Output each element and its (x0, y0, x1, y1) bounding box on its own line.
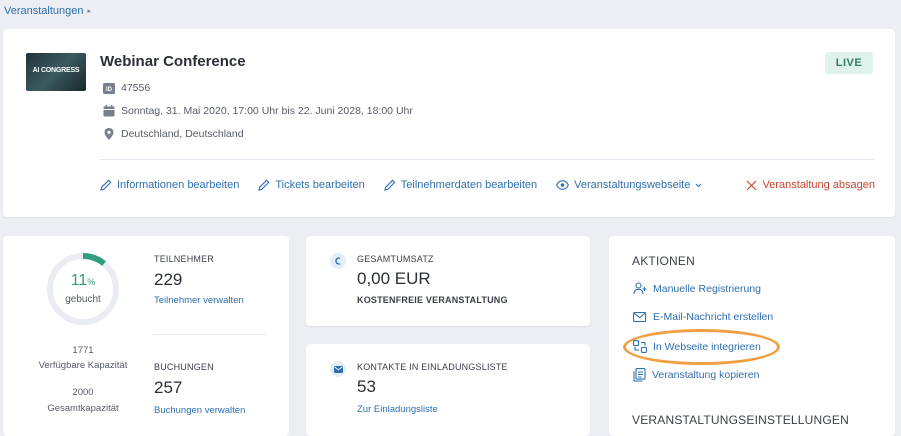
pencil-icon (258, 179, 270, 191)
create-email-label: E-Mail-Nachricht erstellen (653, 311, 774, 323)
revenue-amount: 0,00 EUR (357, 269, 431, 288)
bookings-count: 257 (154, 378, 183, 397)
manual-registration-button[interactable]: Manuelle Registrierung (633, 282, 761, 295)
divider (153, 334, 265, 335)
close-icon (747, 180, 757, 190)
invitations-count: 53 (357, 377, 376, 396)
revenue-heading: GESAMTUMSATZ (357, 254, 434, 264)
bookings-heading: BUCHUNGEN (154, 362, 214, 372)
status-badge: LIVE (825, 52, 873, 74)
copy-event-button[interactable]: Veranstaltung kopieren (633, 368, 759, 382)
embed-in-website-button[interactable]: In Webseite integrieren (633, 340, 761, 353)
revenue-note: KOSTENFREIE VERANSTALTUNG (357, 295, 508, 305)
event-id: 47556 (121, 82, 151, 94)
thumbnail-logo-text: AI CONGRESS (32, 67, 80, 74)
eye-icon (556, 180, 570, 190)
mail-icon (633, 311, 647, 323)
booking-stats-card: 11% gebucht 1771 Verfügbare Kapazität 20… (3, 236, 289, 436)
event-location-row: Deutschland, Deutschland (103, 128, 244, 140)
embed-icon (633, 340, 647, 353)
event-card: AI CONGRESS Webinar Conference ID 47556 … (3, 29, 895, 217)
event-website-dropdown[interactable]: Veranstaltungswebseite (556, 179, 702, 191)
copy-icon (633, 368, 646, 382)
manage-attendees-link[interactable]: Teilnehmer verwalten (154, 295, 244, 306)
create-email-button[interactable]: E-Mail-Nachricht erstellen (633, 311, 773, 323)
edit-tickets-button[interactable]: Tickets bearbeiten (258, 179, 365, 191)
event-settings-heading: VERANSTALTUNGSEINSTELLUNGEN (632, 413, 849, 427)
total-capacity-value: 2000 (72, 387, 94, 398)
id-icon: ID (103, 82, 115, 94)
pencil-icon (100, 179, 112, 191)
pencil-icon (384, 179, 396, 191)
edit-attendee-data-button[interactable]: Teilnehmerdaten bearbeiten (384, 179, 537, 191)
actions-card: AKTIONEN Manuelle Registrierung E-Mail-N… (609, 236, 895, 436)
chevron-right-icon: ▸ (87, 8, 92, 15)
attendees-count: 229 (154, 270, 183, 289)
svg-text:ID: ID (106, 87, 113, 93)
event-date-row: Sonntag, 31. Mai 2020, 17:00 Uhr bis 22.… (103, 105, 413, 117)
cancel-event-label: Veranstaltung absagen (762, 179, 875, 191)
event-website-label: Veranstaltungswebseite (574, 179, 691, 191)
available-capacity-value: 1771 (72, 345, 94, 356)
manage-bookings-link[interactable]: Buchungen verwalten (154, 405, 245, 416)
booked-percent: 11% (46, 272, 120, 290)
edit-info-button[interactable]: Informationen bearbeiten (100, 179, 239, 191)
event-title: Webinar Conference (100, 53, 246, 70)
envelope-icon (330, 361, 346, 377)
breadcrumb: Veranstaltungen ▸ (4, 5, 91, 17)
total-capacity-label: Gesamtkapazität (47, 403, 119, 414)
edit-attendee-data-label: Teilnehmerdaten bearbeiten (400, 179, 538, 191)
chevron-down-icon (696, 183, 702, 187)
event-thumbnail: AI CONGRESS (26, 53, 86, 91)
event-actions-bar: Informationen bearbeiten Tickets bearbei… (100, 179, 875, 191)
booked-label: gebucht (65, 294, 101, 305)
location-pin-icon (103, 128, 115, 140)
currency-icon (330, 253, 346, 269)
invitation-list-link[interactable]: Zur Einladungsliste (357, 404, 438, 415)
edit-info-label: Informationen bearbeiten (117, 179, 240, 191)
event-id-row: ID 47556 (103, 82, 150, 94)
calendar-icon (103, 105, 115, 117)
edit-tickets-label: Tickets bearbeiten (275, 179, 365, 191)
copy-event-label: Veranstaltung kopieren (652, 369, 760, 381)
revenue-card: GESAMTUMSATZ 0,00 EUR KOSTENFREIE VERANS… (306, 236, 590, 326)
user-plus-icon (633, 282, 647, 295)
embed-in-website-label: In Webseite integrieren (653, 340, 761, 353)
actions-heading: AKTIONEN (632, 254, 695, 268)
cancel-event-button[interactable]: Veranstaltung absagen (746, 179, 875, 191)
event-location: Deutschland, Deutschland (121, 128, 244, 140)
event-date: Sonntag, 31. Mai 2020, 17:00 Uhr bis 22.… (121, 105, 413, 117)
available-capacity-label: Verfügbare Kapazität (38, 360, 128, 371)
manual-registration-label: Manuelle Registrierung (653, 282, 761, 295)
attendees-heading: TEILNEHMER (154, 254, 215, 264)
invitation-list-card: KONTAKTE IN EINLADUNGSLISTE 53 Zur Einla… (306, 344, 590, 436)
booked-percent-value: 11 (70, 272, 88, 289)
breadcrumb-veranstaltungen[interactable]: Veranstaltungen (4, 5, 84, 17)
percent-sign: % (87, 277, 96, 287)
invitations-heading: KONTAKTE IN EINLADUNGSLISTE (357, 362, 508, 372)
divider (100, 159, 874, 160)
